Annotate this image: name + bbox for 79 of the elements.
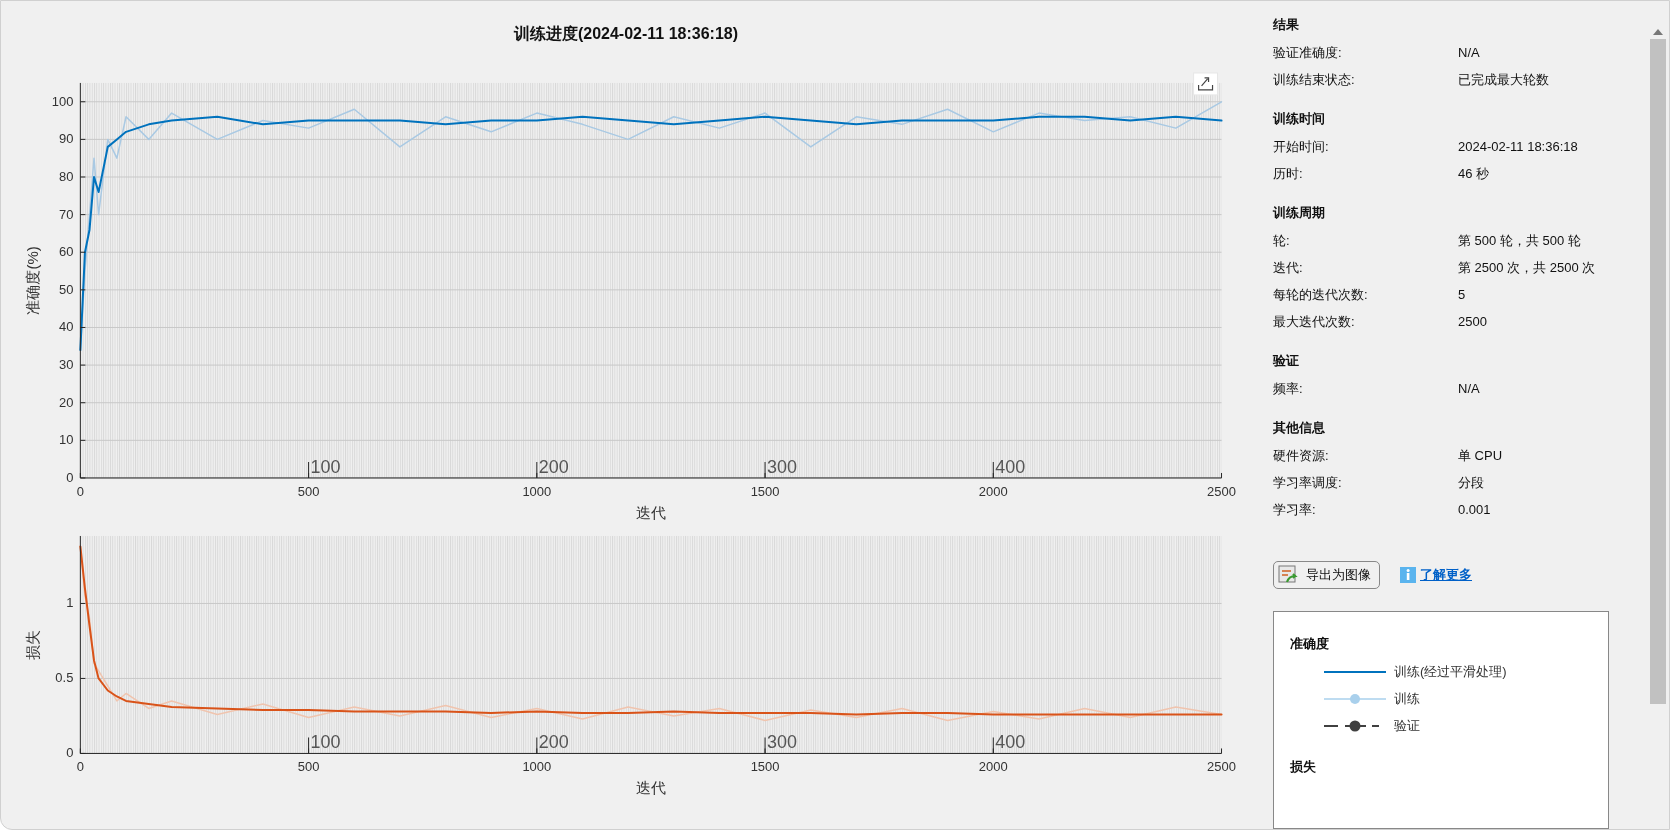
tick-label: 0 [66, 469, 74, 485]
info-value: 0.001 [1458, 502, 1492, 517]
info-icon [1400, 567, 1416, 583]
axis-label: 迭代 [635, 779, 666, 797]
info-value: 第 500 轮，共 500 轮 [1458, 231, 1582, 250]
section-title: 验证 [1273, 352, 1300, 370]
tick-label: 90 [58, 131, 74, 147]
section-title: 其他信息 [1273, 419, 1326, 437]
section-title: 训练周期 [1273, 204, 1326, 222]
info-value: 2500 [1458, 314, 1488, 329]
info-label: 迭代: [1273, 258, 1304, 277]
tick-label: 50 [58, 281, 74, 297]
epoch-label: 300 [767, 456, 797, 477]
scrollbar-thumb[interactable] [1650, 39, 1666, 704]
axis-label: 迭代 [635, 503, 666, 521]
info-value: 分段 [1458, 473, 1485, 492]
axis-label: 准确度(%) [24, 246, 42, 315]
section-title: 训练时间 [1273, 110, 1326, 128]
info-label: 验证准确度: [1273, 43, 1343, 62]
tick-label: 80 [58, 168, 74, 184]
tick-label: 2500 [1207, 759, 1236, 775]
image-export-icon [1278, 565, 1298, 585]
tick-label: 0 [76, 759, 84, 775]
info-value: 2024-02-11 18:36:18 [1458, 139, 1579, 154]
info-label: 硬件资源: [1273, 446, 1330, 465]
epoch-label: 100 [310, 456, 341, 477]
tick-label: 100 [51, 93, 74, 109]
info-value: N/A [1458, 381, 1481, 396]
window-title: 训练进度(2024-02-11 18:36:18) [513, 25, 739, 42]
tick-label: 0 [66, 745, 74, 761]
info-label: 轮: [1273, 231, 1291, 250]
legend-label: 训练(经过平滑处理) [1394, 662, 1507, 681]
epoch-label: 400 [995, 732, 1026, 753]
tick-label: 500 [297, 759, 320, 775]
tick-label: 1500 [750, 759, 780, 775]
export-button[interactable]: 导出为图像 [1273, 561, 1380, 589]
tick-label: 10 [58, 432, 74, 448]
epoch-label: 400 [995, 456, 1026, 477]
info-value: 已完成最大轮数 [1458, 70, 1550, 89]
tick-label: 40 [58, 319, 74, 335]
tick-label: 30 [58, 357, 74, 372]
info-label: 开始时间: [1273, 137, 1330, 156]
info-value: 第 2500 次，共 2500 次 [1458, 258, 1597, 277]
info-label: 最大迭代次数: [1273, 312, 1356, 331]
tick-label: 20 [58, 394, 74, 410]
info-label: 频率: [1273, 379, 1304, 398]
export-icon[interactable] [1193, 72, 1219, 96]
tick-label: 2000 [978, 759, 1008, 775]
tick-label: 1500 [750, 483, 780, 499]
info-value: N/A [1458, 45, 1481, 60]
section-title: 结果 [1273, 16, 1300, 34]
info-label: 历时: [1273, 164, 1304, 183]
tick-label: 1000 [522, 759, 552, 775]
tick-label: 500 [297, 483, 320, 499]
info-value: 5 [1458, 287, 1467, 302]
legend-label: 验证 [1394, 716, 1420, 735]
tick-label: 2000 [978, 483, 1008, 499]
info-label: 学习率调度: [1273, 473, 1343, 492]
tick-label: 60 [58, 244, 74, 260]
tick-label: 1000 [522, 483, 552, 499]
info-value: 46 秒 [1458, 164, 1491, 183]
epoch-label: 300 [767, 732, 797, 753]
info-label: 训练结束状态: [1273, 70, 1356, 89]
tick-label: 1 [66, 595, 74, 611]
epoch-label: 100 [310, 732, 341, 753]
axis-label: 损失 [24, 629, 42, 660]
info-label: 学习率: [1273, 500, 1317, 519]
tick-label: 2500 [1207, 483, 1236, 499]
tick-label: 70 [58, 206, 74, 222]
legend-label: 训练 [1394, 689, 1420, 708]
legend-title: 损失 [1290, 758, 1316, 776]
scroll-up-icon[interactable] [1653, 28, 1663, 36]
info-label: 每轮的迭代次数: [1273, 285, 1369, 304]
tick-label: 0.5 [55, 670, 74, 686]
legend-title: 准确度 [1290, 635, 1329, 653]
tick-label: 0 [76, 483, 84, 499]
info-value: 单 CPU [1458, 446, 1504, 465]
epoch-label: 200 [538, 456, 569, 477]
epoch-label: 200 [538, 732, 569, 753]
